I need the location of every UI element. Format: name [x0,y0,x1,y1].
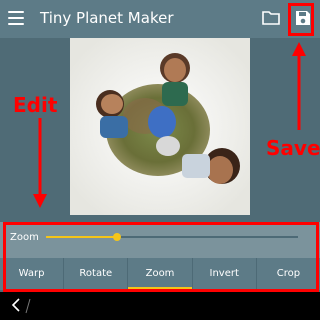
edit-arrow-icon [33,118,47,208]
folder-icon[interactable] [262,10,280,26]
system-nav-bar [0,292,320,320]
save-highlight-box [288,3,314,36]
hamburger-menu-icon[interactable] [8,11,24,25]
tiny-planet-preview[interactable] [70,38,250,215]
back-icon[interactable] [10,298,22,312]
edit-annotation-label: Edit [13,93,58,117]
save-arrow-icon [292,42,306,130]
planet-image [70,38,250,215]
save-annotation-label: Save [266,136,320,160]
edit-panel-highlight-box [3,222,319,292]
nav-divider-icon [25,298,31,314]
app-bar: Tiny Planet Maker [0,0,320,38]
app-title: Tiny Planet Maker [40,9,174,27]
